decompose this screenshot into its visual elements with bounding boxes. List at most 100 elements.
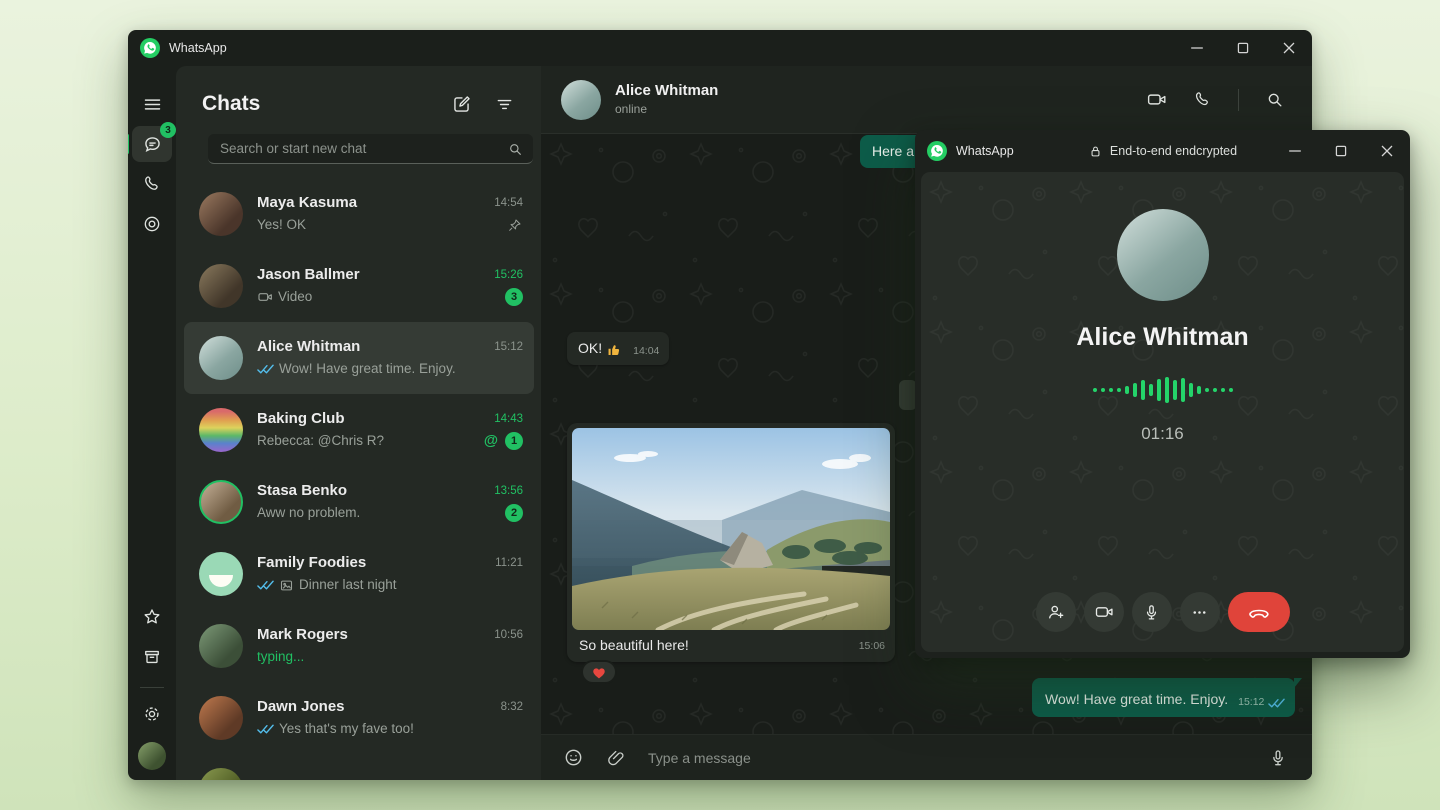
new-chat-button[interactable] bbox=[451, 94, 472, 115]
contact-name: Alice Whitman bbox=[615, 81, 718, 101]
archive-icon bbox=[142, 647, 162, 667]
message-incoming-ok[interactable]: OK! 14:04 bbox=[567, 332, 669, 365]
end-call-button[interactable] bbox=[1228, 592, 1290, 632]
close-button[interactable] bbox=[1266, 30, 1312, 66]
presence-status: online bbox=[615, 101, 718, 118]
avatar bbox=[199, 336, 243, 380]
message-time: 14:04 bbox=[633, 345, 659, 358]
voice-waveform bbox=[1093, 376, 1233, 404]
menu-button[interactable] bbox=[132, 86, 172, 122]
call-contact-avatar bbox=[1117, 209, 1209, 301]
call-minimize-button[interactable] bbox=[1272, 133, 1318, 169]
call-controls bbox=[921, 592, 1404, 632]
titlebar: WhatsApp bbox=[128, 30, 1312, 66]
chat-name: Maya Kasuma bbox=[257, 193, 484, 213]
message-incoming-photo[interactable]: So beautiful here! 15:06 bbox=[567, 423, 895, 662]
video-call-icon bbox=[257, 289, 273, 305]
video-icon bbox=[1094, 602, 1114, 622]
chat-time: 15:12 bbox=[494, 337, 523, 357]
read-ticks-icon bbox=[257, 364, 274, 375]
avatar bbox=[199, 192, 243, 236]
chat-name: Mark Rogers bbox=[257, 625, 484, 645]
photo-icon bbox=[279, 578, 294, 593]
nav-starred[interactable] bbox=[132, 599, 172, 635]
emoji-picker-button[interactable] bbox=[563, 747, 584, 768]
chat-name: Family Foodies bbox=[257, 553, 485, 573]
nav-settings[interactable] bbox=[132, 696, 172, 732]
phone-icon bbox=[142, 174, 162, 194]
nav-calls[interactable] bbox=[132, 166, 172, 202]
minimize-button[interactable] bbox=[1174, 30, 1220, 66]
nav-chats[interactable]: 3 bbox=[132, 126, 172, 162]
typing-indicator: typing... bbox=[257, 647, 304, 667]
message-outgoing-wow[interactable]: Wow! Have great time. Enjoy. 15:12 bbox=[1032, 678, 1295, 717]
search-in-chat-button[interactable] bbox=[1265, 90, 1284, 109]
chat-search-box[interactable] bbox=[208, 134, 533, 164]
message-text: OK! bbox=[578, 339, 602, 358]
chat-row-dawn-jones[interactable]: Dawn Jones Yes that's my fave too! 8:32 bbox=[176, 682, 541, 754]
whatsapp-logo-icon bbox=[140, 38, 160, 58]
mic-icon bbox=[1142, 603, 1161, 622]
avatar bbox=[199, 696, 243, 740]
chat-name: Stasa Benko bbox=[257, 481, 484, 501]
filter-chats-button[interactable] bbox=[494, 94, 515, 115]
profile-avatar[interactable] bbox=[138, 742, 166, 770]
heart-reaction[interactable] bbox=[581, 660, 617, 684]
chat-time: 11:21 bbox=[495, 553, 523, 573]
call-close-button[interactable] bbox=[1364, 133, 1410, 169]
nav-status[interactable] bbox=[132, 206, 172, 242]
call-maximize-button[interactable] bbox=[1318, 133, 1364, 169]
video-call-button[interactable] bbox=[1146, 89, 1167, 110]
call-duration: 01:16 bbox=[1141, 424, 1184, 444]
toggle-video-button[interactable] bbox=[1084, 592, 1124, 632]
read-ticks-icon bbox=[257, 724, 274, 735]
voice-message-button[interactable] bbox=[1268, 748, 1288, 768]
whatsapp-call-window: WhatsApp End-to-end endcrypted bbox=[915, 130, 1410, 658]
maximize-button[interactable] bbox=[1220, 30, 1266, 66]
more-options-button[interactable] bbox=[1180, 592, 1220, 632]
photo-attachment[interactable] bbox=[572, 428, 890, 630]
toggle-mic-button[interactable] bbox=[1132, 592, 1172, 632]
voice-call-button[interactable] bbox=[1193, 90, 1212, 109]
chat-row-alice-whitman[interactable]: Alice Whitman Wow! Have great time. Enjo… bbox=[184, 322, 534, 394]
chat-row-family-foodies[interactable]: Family Foodies Dinner last night 11:21 bbox=[176, 538, 541, 610]
status-icon bbox=[142, 214, 162, 234]
chat-row-baking-club[interactable]: Baking Club Rebecca: @Chris R? 14:43 @ 1 bbox=[176, 394, 541, 466]
more-dots-icon bbox=[1190, 603, 1209, 622]
avatar bbox=[199, 552, 243, 596]
message-input[interactable] bbox=[648, 750, 1252, 766]
gear-icon bbox=[142, 704, 162, 724]
avatar bbox=[199, 624, 243, 668]
chat-row-ziggy-woodley[interactable]: Ziggy Woodley 8:12 bbox=[176, 754, 541, 780]
window-title: WhatsApp bbox=[169, 41, 227, 55]
chat-time: 13:56 bbox=[494, 481, 523, 501]
message-composer bbox=[541, 734, 1312, 780]
chat-row-mark-rogers[interactable]: Mark Rogers typing... 10:56 bbox=[176, 610, 541, 682]
call-surface: Alice Whitman 01:16 bbox=[921, 172, 1404, 652]
whatsapp-logo-icon bbox=[927, 141, 947, 161]
add-person-icon bbox=[1046, 602, 1066, 622]
chats-panel: Chats Maya Kasuma Yes! OK 14:54 bbox=[176, 66, 541, 780]
photo-caption: So beautiful here! bbox=[579, 637, 689, 653]
chats-title: Chats bbox=[202, 92, 260, 116]
nav-archived[interactable] bbox=[132, 639, 172, 675]
attach-file-button[interactable] bbox=[606, 748, 626, 768]
conversation-header[interactable]: Alice Whitman online bbox=[541, 66, 1312, 134]
avatar bbox=[199, 408, 243, 452]
chat-row-jason-ballmer[interactable]: Jason Ballmer Video 15:26 3 bbox=[176, 250, 541, 322]
heart-emoji bbox=[592, 666, 606, 679]
chat-preview: Aww no problem. bbox=[257, 503, 360, 523]
chat-preview: Yes! OK bbox=[257, 215, 306, 235]
add-participant-button[interactable] bbox=[1036, 592, 1076, 632]
chat-time: 10:56 bbox=[494, 625, 523, 645]
chat-preview: Yes that's my fave too! bbox=[279, 719, 414, 739]
chat-time: 14:54 bbox=[494, 193, 523, 213]
chat-row-maya-kasuma[interactable]: Maya Kasuma Yes! OK 14:54 bbox=[176, 178, 541, 250]
chat-time: 14:43 bbox=[494, 409, 523, 429]
search-icon bbox=[507, 141, 523, 157]
chat-name: Baking Club bbox=[257, 409, 474, 429]
chat-row-stasa-benko[interactable]: Stasa Benko Aww no problem. 13:56 2 bbox=[176, 466, 541, 538]
chat-preview: Wow! Have great time. Enjoy. bbox=[279, 359, 456, 379]
call-contact-name: Alice Whitman bbox=[1076, 323, 1248, 352]
chat-search-input[interactable] bbox=[220, 141, 507, 156]
